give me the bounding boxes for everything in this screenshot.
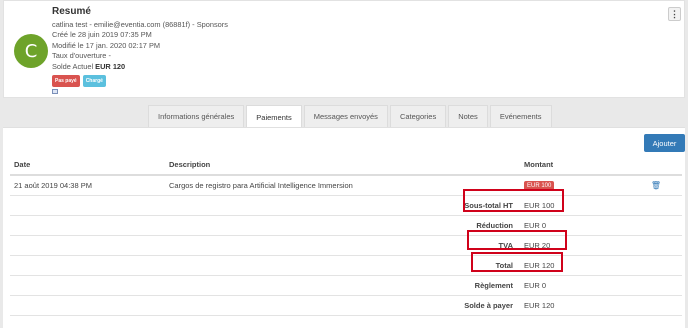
page-title: Resumé bbox=[52, 6, 91, 17]
summary-row-settlement: Règlement EUR 0 bbox=[10, 275, 682, 296]
add-payment-button[interactable]: Ajouter bbox=[644, 134, 685, 152]
summary-label: Règlement bbox=[165, 275, 520, 296]
created-date: Créé le 28 juin 2019 07:35 PM bbox=[52, 30, 152, 40]
tab-bar: Informations générales Paiements Message… bbox=[148, 105, 554, 128]
summary-value: EUR 120 bbox=[520, 295, 630, 316]
open-rate: Taux d'ouverture - bbox=[52, 51, 111, 61]
tab-payments[interactable]: Paiements bbox=[246, 105, 302, 128]
contact-info: Resumé catlina test - emilie@eventia.com… bbox=[52, 6, 228, 95]
summary-value: EUR 20 bbox=[520, 235, 630, 256]
summary-label: Réduction bbox=[165, 215, 520, 236]
payment-amount: EUR 100 bbox=[520, 175, 630, 196]
current-balance: Solde Actuel EUR 120 bbox=[52, 62, 228, 73]
payment-description: Cargos de registro para Artificial Intel… bbox=[165, 175, 520, 196]
modified-date: Modifié le 17 jan. 2020 02:17 PM bbox=[52, 40, 161, 50]
amount-badge: EUR 100 bbox=[524, 180, 555, 191]
tab-general-info[interactable]: Informations générales bbox=[148, 105, 245, 127]
summary-row-subtotal: Sous-total HT EUR 100 bbox=[10, 195, 682, 216]
balance-value: EUR 120 bbox=[95, 61, 126, 71]
contact-line: catlina test - emilie@eventia.com (86881… bbox=[52, 19, 228, 29]
status-badge-unpaid: Pas payé bbox=[52, 74, 80, 88]
payment-date: 21 août 2019 04:38 PM bbox=[10, 175, 165, 196]
column-header-description: Description bbox=[165, 154, 520, 176]
note-icon[interactable] bbox=[52, 89, 58, 95]
payments-table: Date Description Montant 21 août 2019 04… bbox=[10, 154, 682, 316]
summary-row-discount: Réduction EUR 0 bbox=[10, 215, 682, 236]
contact-header-card: C Resumé catlina test - emilie@eventia.c… bbox=[3, 0, 685, 98]
summary-value: EUR 0 bbox=[520, 275, 630, 296]
tab-categories[interactable]: Categories bbox=[389, 105, 447, 127]
table-header-row: Date Description Montant bbox=[10, 154, 682, 176]
balance-label: Solde Actuel bbox=[52, 61, 94, 71]
table-row: 21 août 2019 04:38 PM Cargos de registro… bbox=[10, 175, 682, 196]
summary-value: EUR 120 bbox=[520, 255, 630, 276]
summary-label: Total bbox=[165, 255, 520, 276]
summary-label: Sous-total HT bbox=[165, 195, 520, 216]
tab-messages-sent[interactable]: Messages envoyés bbox=[303, 105, 388, 127]
tab-events[interactable]: Evénements bbox=[489, 105, 552, 127]
summary-value: EUR 100 bbox=[520, 195, 630, 216]
summary-value: EUR 0 bbox=[520, 215, 630, 236]
status-badge-charged: Chargé bbox=[82, 74, 106, 88]
trash-icon[interactable]: 🗑 bbox=[630, 175, 682, 196]
summary-row-balance-due: Solde à payer EUR 120 bbox=[10, 295, 682, 316]
status-badges: Pas payé Chargé bbox=[52, 74, 228, 88]
more-options-icon[interactable]: ⋮ bbox=[668, 7, 681, 21]
tab-notes[interactable]: Notes bbox=[448, 105, 488, 127]
avatar: C bbox=[14, 34, 48, 68]
column-header-amount: Montant bbox=[520, 154, 630, 176]
summary-row-vat: TVA EUR 20 bbox=[10, 235, 682, 256]
summary-label: TVA bbox=[165, 235, 520, 256]
column-header-actions bbox=[630, 154, 682, 176]
summary-row-total: Total EUR 120 bbox=[10, 255, 682, 276]
column-header-date: Date bbox=[10, 154, 165, 176]
summary-label: Solde à payer bbox=[165, 295, 520, 316]
payments-panel: Ajouter Date Description Montant 21 août… bbox=[3, 127, 685, 328]
